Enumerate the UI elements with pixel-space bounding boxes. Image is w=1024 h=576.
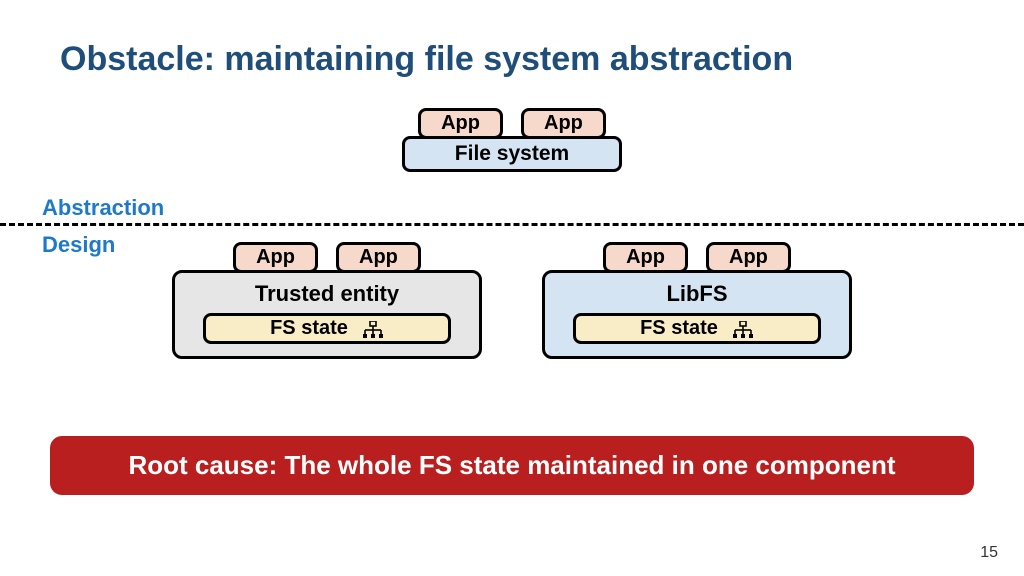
divider [0,223,1024,226]
slide-title: Obstacle: maintaining file system abstra… [60,40,964,79]
label-abstraction: Abstraction [42,195,164,221]
design-left-stack: App App Trusted entity FS state [172,242,482,359]
app-box: App [706,242,791,273]
design-left-apps: App App [233,242,421,273]
tree-icon [362,321,384,339]
fs-state-box: FS state [203,313,451,344]
libfs-label: LibFS [666,281,727,307]
app-box: App [336,242,421,273]
file-system-box: File system [402,136,622,172]
abstraction-apps: App App [418,108,606,139]
fs-state-label: FS state [640,317,718,340]
design-right-stack: App App LibFS FS state [542,242,852,359]
app-box: App [233,242,318,273]
abstraction-stack: App App File system [402,108,622,172]
root-cause-banner: Root cause: The whole FS state maintaine… [50,436,974,495]
abstraction-row: App App File system [0,108,1024,172]
app-box: App [418,108,503,139]
trusted-entity-label: Trusted entity [255,281,399,307]
design-row: App App Trusted entity FS state [0,242,1024,359]
libfs-box: LibFS FS state [542,270,852,359]
fs-state-box: FS state [573,313,821,344]
trusted-entity-box: Trusted entity FS state [172,270,482,359]
slide: Obstacle: maintaining file system abstra… [0,0,1024,576]
fs-state-label: FS state [270,317,348,340]
page-number: 15 [980,544,998,562]
design-right-apps: App App [603,242,791,273]
app-box: App [521,108,606,139]
tree-icon [732,321,754,339]
app-box: App [603,242,688,273]
